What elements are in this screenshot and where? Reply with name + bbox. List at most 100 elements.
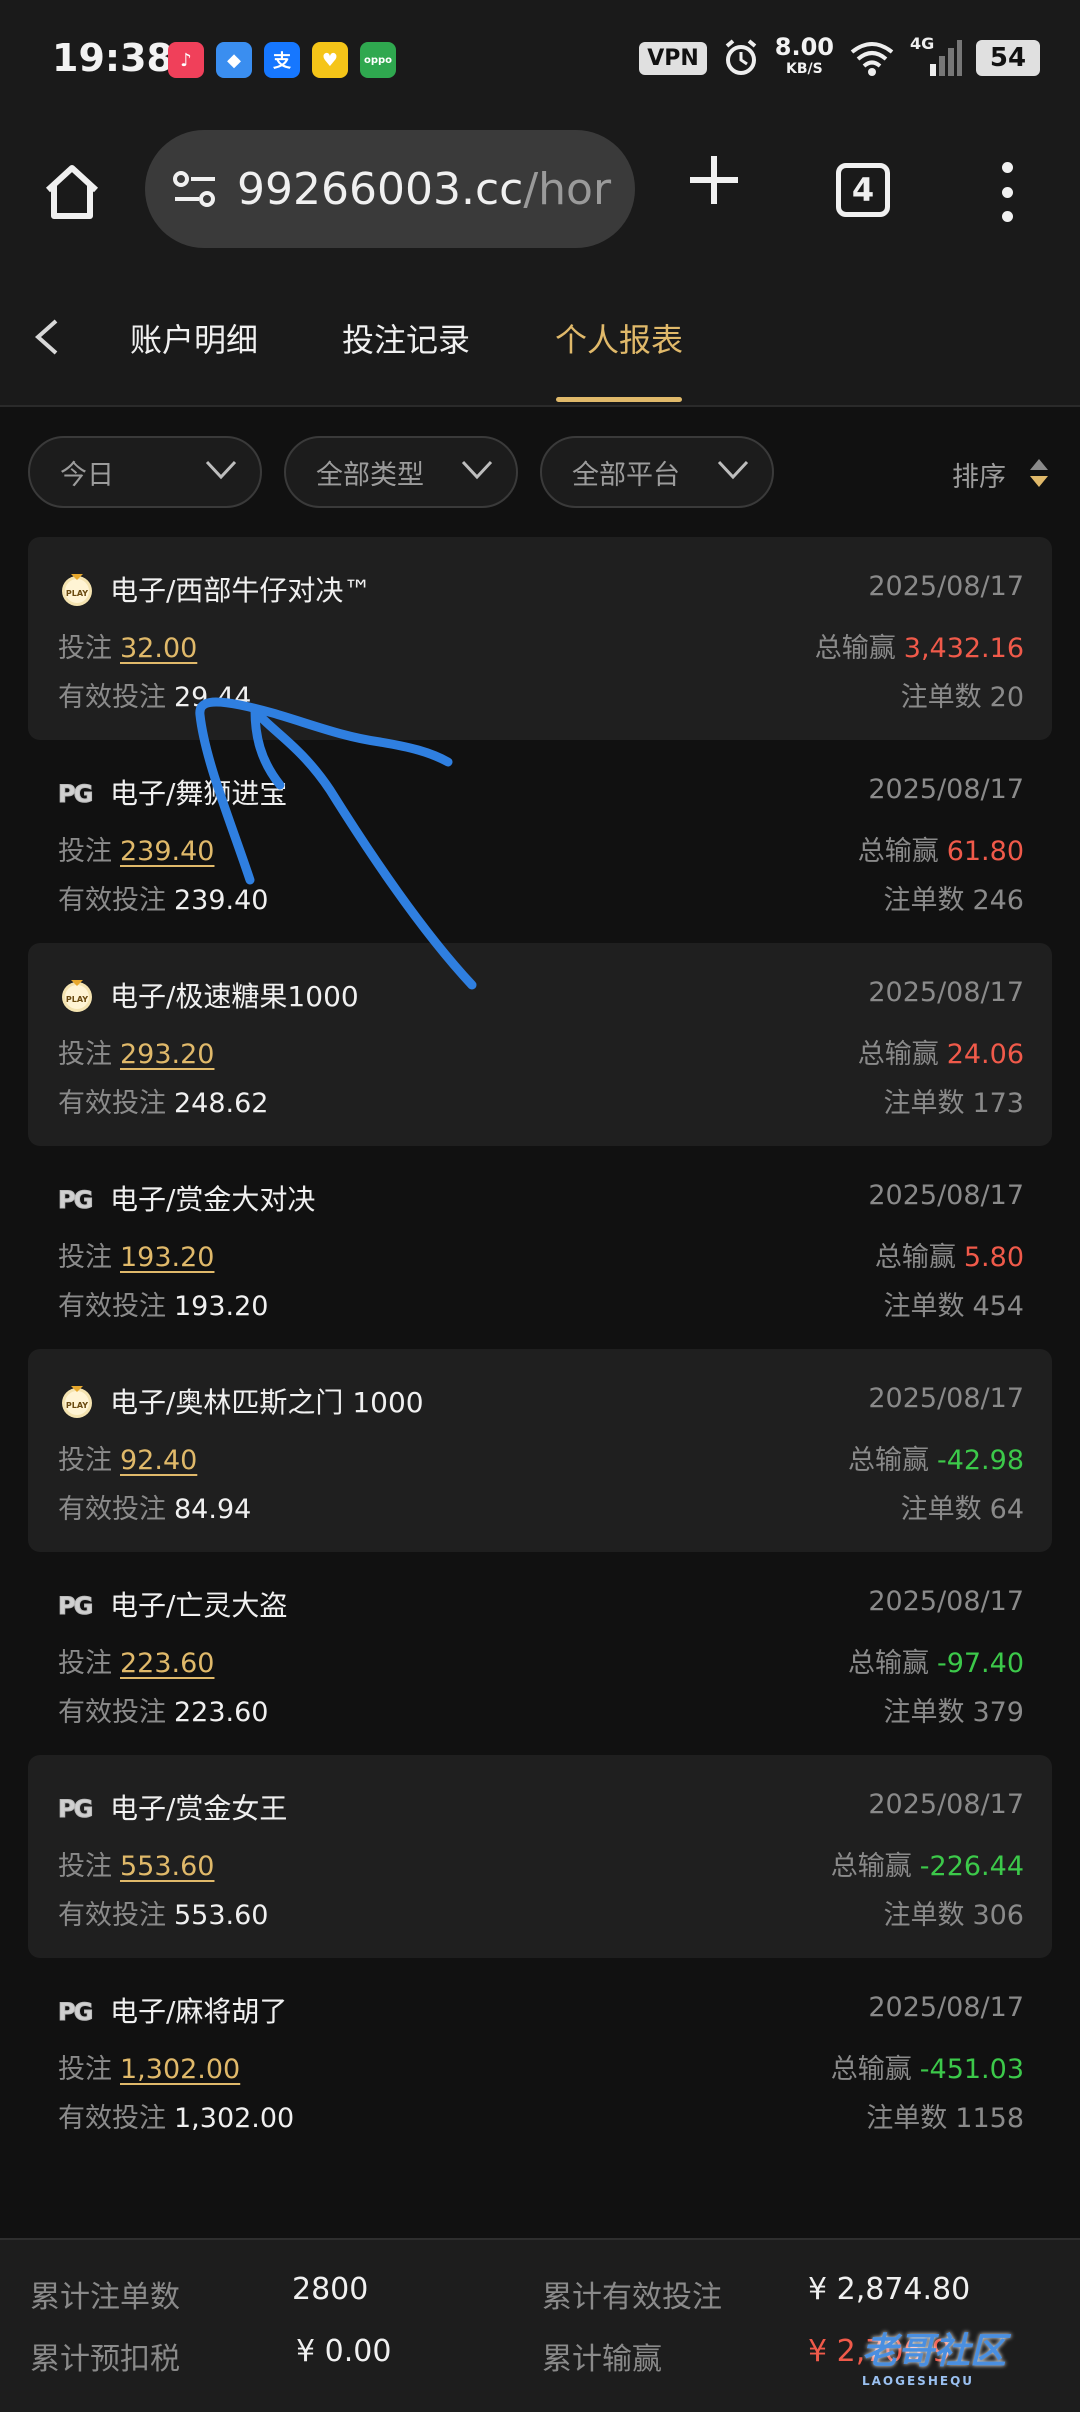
bet-label: 投注 — [58, 1039, 112, 1070]
bet-amount-link[interactable]: 193.20 — [120, 1242, 214, 1273]
bet-amount-link[interactable]: 1,302.00 — [120, 2054, 240, 2085]
bet-label: 投注 — [58, 2054, 112, 2085]
platform-filter[interactable]: 全部平台 — [540, 436, 774, 508]
game-name: 电子/麻将胡了 — [110, 1995, 288, 2028]
tab-personal-report[interactable]: 个人报表 — [555, 315, 683, 361]
order-count-value: 1158 — [955, 2103, 1024, 2134]
valid-bet-amount: 223.60 — [174, 1697, 269, 1728]
play-provider-icon: PLAY — [62, 1386, 92, 1418]
bet-row: 投注 32.00 — [58, 626, 197, 665]
order-count-value: 246 — [972, 885, 1024, 916]
valid-bet-label: 有效投注 — [58, 682, 166, 713]
address-bar[interactable]: 99266003.cc/hor — [145, 130, 635, 248]
valid-bet-row: 有效投注 1,302.00 — [58, 2096, 294, 2135]
total-win-amount: 5.80 — [963, 1242, 1024, 1273]
total-win-label: 总输赢 — [830, 2054, 912, 2085]
wallet-app-icon: ♥ — [312, 42, 348, 78]
bet-amount-link[interactable]: 223.60 — [120, 1648, 214, 1679]
order-count-label: 注单数 — [883, 1697, 965, 1728]
report-record[interactable]: PLAY 电子/极速糖果1000 2025/08/17 投注 293.20 有效投注 248… — [28, 943, 1052, 1146]
total-valid-bet-value: ¥ 2,874.80 — [808, 2272, 971, 2307]
url-text: 99266003.cc/hor — [237, 164, 611, 215]
valid-bet-label: 有效投注 — [58, 1494, 166, 1525]
vpn-badge: VPN — [639, 41, 707, 75]
total-win-label: 总输赢 — [814, 633, 896, 664]
order-count-label: 注单数 — [883, 885, 965, 916]
chevron-down-icon — [717, 460, 749, 480]
tab-switcher-button[interactable]: 4 — [836, 163, 890, 217]
bet-label: 投注 — [58, 1445, 112, 1476]
battery-level: 54 — [989, 43, 1027, 73]
report-record[interactable]: PLAY 电子/西部牛仔对决™ 2025/08/17 投注 32.00 有效投注 29.44… — [28, 537, 1052, 740]
report-record[interactable]: PLAY 电子/奥林匹斯之门 1000 2025/08/17 投注 92.40 有效投注 8… — [28, 1349, 1052, 1552]
active-tab-indicator — [556, 397, 682, 402]
date-filter-label: 今日 — [60, 459, 114, 491]
order-count-value: 306 — [972, 1900, 1024, 1931]
back-arrow-icon[interactable] — [30, 317, 64, 357]
bet-amount-link[interactable]: 32.00 — [120, 633, 197, 664]
total-win-label: 总输赢 — [857, 836, 939, 867]
watermark-logo: 老哥社区 LAOGESHEQU — [862, 2322, 1006, 2388]
bet-row: 投注 293.20 — [58, 1032, 214, 1071]
music-app-icon: ♪ — [168, 42, 204, 78]
total-win-label: 总输赢 — [874, 1242, 956, 1273]
report-record[interactable]: PG 电子/舞狮进宝 2025/08/17 投注 239.40 有效投注 239.40 总输赢… — [28, 740, 1052, 943]
home-icon[interactable] — [40, 160, 104, 224]
bet-amount-link[interactable]: 293.20 — [120, 1039, 214, 1070]
report-nav: 账户明细 投注记录 个人报表 — [0, 265, 1080, 407]
game-name: 电子/极速糖果1000 — [110, 980, 359, 1013]
valid-bet-label: 有效投注 — [58, 1088, 166, 1119]
total-win-row: 总输赢 -451.03 — [831, 2047, 1024, 2086]
bet-row: 投注 1,302.00 — [58, 2047, 240, 2086]
valid-bet-label: 有效投注 — [58, 885, 166, 916]
browser-toolbar: 99266003.cc/hor 4 — [0, 120, 1080, 265]
type-filter[interactable]: 全部类型 — [284, 436, 518, 508]
site-settings-icon[interactable] — [171, 169, 219, 209]
total-orders-value: 2800 — [292, 2272, 369, 2307]
order-count-row: 注单数 173 — [883, 1081, 1024, 1120]
order-count-value: 64 — [989, 1494, 1024, 1525]
total-win-label: 累计输赢 — [542, 2342, 662, 2377]
filter-bar: 今日 全部类型 全部平台 排序 — [0, 407, 1080, 533]
tab-bet-records[interactable]: 投注记录 — [342, 315, 470, 361]
bet-amount-link[interactable]: 92.40 — [120, 1445, 197, 1476]
sort-button[interactable]: 排序 — [952, 455, 1006, 494]
valid-bet-row: 有效投注 553.60 — [58, 1893, 268, 1932]
valid-bet-label: 有效投注 — [58, 1900, 166, 1931]
bet-amount-link[interactable]: 553.60 — [120, 1851, 214, 1882]
order-count-row: 注单数 1158 — [866, 2096, 1024, 2135]
report-record[interactable]: PG 电子/麻将胡了 2025/08/17 投注 1,302.00 有效投注 1,302.0… — [28, 1958, 1052, 2161]
bet-amount-link[interactable]: 239.40 — [120, 836, 214, 867]
more-menu-icon[interactable] — [990, 162, 1024, 222]
tab-account-details[interactable]: 账户明细 — [130, 315, 258, 361]
valid-bet-row: 有效投注 29.44 — [58, 675, 251, 714]
report-record[interactable]: PG 电子/赏金女王 2025/08/17 投注 553.60 有效投注 553.60 总输赢… — [28, 1755, 1052, 1958]
total-valid-bet-label: 累计有效投注 — [542, 2280, 722, 2315]
total-win-row: 总输赢 61.80 — [858, 829, 1024, 868]
battery-icon: 54 — [976, 40, 1040, 76]
record-date: 2025/08/17 — [868, 1789, 1024, 1820]
pg-provider-icon: PG — [57, 1186, 93, 1215]
valid-bet-label: 有效投注 — [58, 2103, 166, 2134]
sort-icon[interactable] — [1028, 457, 1050, 489]
game-name: 电子/舞狮进宝 — [110, 777, 288, 810]
report-record[interactable]: PG 电子/赏金大对决 2025/08/17 投注 193.20 有效投注 193.20 总输… — [28, 1146, 1052, 1349]
valid-bet-row: 有效投注 248.62 — [58, 1081, 268, 1120]
order-count-label: 注单数 — [866, 2103, 948, 2134]
game-name: 电子/亡灵大盗 — [110, 1589, 288, 1622]
bet-label: 投注 — [58, 1648, 112, 1679]
record-date: 2025/08/17 — [868, 774, 1024, 805]
game-name: 电子/赏金女王 — [110, 1792, 288, 1825]
date-filter[interactable]: 今日 — [28, 436, 262, 508]
total-win-amount: -42.98 — [936, 1445, 1024, 1476]
bet-row: 投注 193.20 — [58, 1235, 214, 1274]
bet-row: 投注 92.40 — [58, 1438, 197, 1477]
report-record[interactable]: PG 电子/亡灵大盗 2025/08/17 投注 223.60 有效投注 223.60 总输赢… — [28, 1552, 1052, 1755]
order-count-value: 20 — [989, 682, 1024, 713]
order-count-label: 注单数 — [883, 1088, 965, 1119]
total-win-amount: 61.80 — [946, 836, 1024, 867]
plus-icon[interactable] — [682, 148, 746, 212]
chevron-down-icon — [205, 460, 237, 480]
game-name: 电子/赏金大对决 — [110, 1183, 316, 1216]
watermark-subtext: LAOGESHEQU — [862, 2374, 975, 2388]
